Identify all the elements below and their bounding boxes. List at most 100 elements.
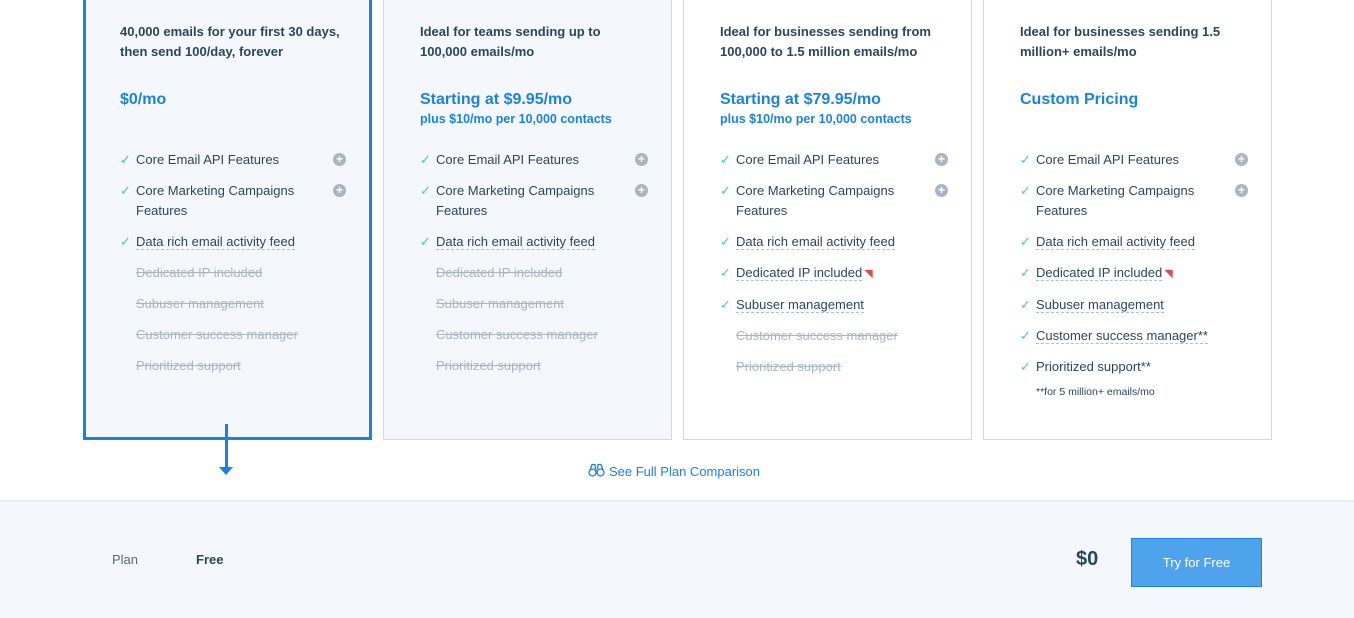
- feature-label: Core Marketing Campaigns Features: [1036, 183, 1195, 218]
- check-icon: ✓: [420, 234, 431, 249]
- feature-item: ✓ Data rich email activity feed: [120, 232, 341, 252]
- plan-price-sub: plus $10/mo per 10,000 contacts: [420, 112, 612, 126]
- plan-card-pro[interactable]: Ideal for businesses sending from 100,00…: [683, 0, 972, 440]
- check-icon: ✓: [420, 183, 431, 198]
- feature-item: Customer success manager: [120, 325, 341, 345]
- check-icon: ✓: [1020, 234, 1031, 249]
- expand-plus-icon[interactable]: +: [635, 184, 648, 197]
- expand-plus-icon[interactable]: +: [333, 184, 346, 197]
- feature-list: ✓ Core Email API Features + ✓ Core Marketing…: [720, 150, 948, 388]
- plan-card-free[interactable]: 40,000 emails for your first 30 days, th…: [83, 0, 372, 440]
- try-for-free-button[interactable]: Try for Free: [1131, 538, 1262, 587]
- plan-description: 40,000 emails for your first 30 days, th…: [120, 24, 340, 59]
- feature-item: ✓ Core Email API Features +: [720, 150, 948, 170]
- party-popper-icon: ◥: [864, 268, 873, 280]
- plan-footnote: **for 5 million+ emails/mo: [1036, 386, 1155, 398]
- feature-list: ✓ Core Email API Features + ✓ Core Marketing…: [1020, 150, 1248, 388]
- check-icon: ✓: [120, 183, 131, 198]
- binoculars-icon: [588, 463, 606, 482]
- feature-label[interactable]: Dedicated IP included: [1036, 265, 1163, 281]
- feature-label: Prioritized support: [436, 358, 541, 373]
- feature-label: Prioritized support**: [1036, 359, 1151, 374]
- feature-item: ✓ Subuser management: [1020, 295, 1243, 315]
- feature-item: ✓ Customer success manager**: [1020, 326, 1243, 346]
- feature-item: ✓ Prioritized support**: [1020, 357, 1243, 377]
- see-full-plan-comparison-link[interactable]: See Full Plan Comparison: [588, 463, 760, 482]
- plan-card-content: Ideal for businesses sending 1.5 million…: [1020, 22, 1248, 398]
- feature-item: Customer success manager: [720, 326, 943, 346]
- plan-description: Ideal for businesses sending 1.5 million…: [1020, 24, 1221, 59]
- check-icon: ✓: [120, 234, 131, 249]
- feature-label: Prioritized support: [736, 359, 841, 374]
- feature-list: ✓ Core Email API Features + ✓ Core Marketing…: [120, 150, 346, 387]
- plan-price-sub: plus $10/mo per 10,000 contacts: [720, 112, 912, 126]
- feature-label: Customer success manager: [736, 328, 898, 343]
- expand-plus-icon[interactable]: +: [1235, 153, 1248, 166]
- feature-label[interactable]: Dedicated IP included: [736, 265, 863, 281]
- plan-price: $0/mo: [120, 91, 167, 108]
- feature-item: Prioritized support: [120, 356, 341, 376]
- plan-card-content: Ideal for businesses sending from 100,00…: [720, 22, 948, 374]
- compare-link-label: See Full Plan Comparison: [609, 464, 761, 479]
- plan-price: Starting at $9.95/mo: [420, 91, 573, 108]
- plan-description: Ideal for businesses sending from 100,00…: [720, 24, 931, 59]
- feature-label: Core Marketing Campaigns Features: [736, 183, 895, 218]
- plan-price-sub: [1020, 112, 1243, 126]
- feature-list: ✓ Core Email API Features + ✓ Core Marketing…: [420, 150, 648, 387]
- feature-label: Core Marketing Campaigns Features: [136, 183, 295, 218]
- check-icon: ✓: [120, 152, 131, 167]
- check-icon: ✓: [720, 234, 731, 249]
- feature-label[interactable]: Customer success manager**: [1036, 328, 1208, 344]
- feature-label: Prioritized support: [136, 358, 241, 373]
- check-icon: ✓: [1020, 328, 1031, 343]
- check-icon: ✓: [1020, 297, 1031, 312]
- check-icon: ✓: [420, 152, 431, 167]
- plan-price-sub: [120, 112, 341, 126]
- feature-item: Dedicated IP included: [120, 263, 341, 283]
- feature-label: Core Marketing Campaigns Features: [436, 183, 595, 218]
- check-icon: ✓: [1020, 359, 1031, 374]
- feature-label[interactable]: Data rich email activity feed: [136, 234, 295, 250]
- feature-label: Customer success manager: [436, 327, 598, 342]
- check-icon: ✓: [1020, 183, 1031, 198]
- feature-label: Customer success manager: [136, 327, 298, 342]
- feature-item: ✓ Dedicated IP included ◥: [1020, 263, 1243, 284]
- expand-plus-icon[interactable]: +: [333, 153, 346, 166]
- feature-label: Core Email API Features: [436, 152, 580, 167]
- plan-description: Ideal for teams sending up to 100,000 em…: [420, 24, 601, 59]
- feature-item: ✓ Core Email API Features +: [420, 150, 648, 170]
- feature-label: Dedicated IP included: [436, 265, 563, 280]
- plan-card-content: 40,000 emails for your first 30 days, th…: [120, 22, 346, 373]
- plan-label: Plan: [112, 552, 139, 567]
- check-icon: ✓: [720, 183, 731, 198]
- check-icon: ✓: [720, 297, 731, 312]
- plan-price: Custom Pricing: [1020, 91, 1139, 108]
- feature-label[interactable]: Data rich email activity feed: [436, 234, 595, 250]
- feature-label[interactable]: Data rich email activity feed: [736, 234, 895, 250]
- expand-plus-icon[interactable]: +: [1235, 184, 1248, 197]
- expand-plus-icon[interactable]: +: [635, 153, 648, 166]
- feature-item: ✓ Dedicated IP included ◥: [720, 263, 943, 284]
- feature-label[interactable]: Subuser management: [736, 297, 864, 313]
- feature-item: Subuser management: [420, 294, 643, 314]
- plan-card-premier[interactable]: Ideal for businesses sending 1.5 million…: [983, 0, 1272, 440]
- expand-plus-icon[interactable]: +: [935, 153, 948, 166]
- feature-label[interactable]: Data rich email activity feed: [1036, 234, 1195, 250]
- feature-label: Core Email API Features: [736, 152, 880, 167]
- feature-item: Prioritized support: [720, 357, 943, 377]
- feature-item: ✓ Data rich email activity feed: [720, 232, 943, 252]
- feature-label: Core Email API Features: [136, 152, 280, 167]
- plan-card-essentials[interactable]: Ideal for teams sending up to 100,000 em…: [383, 0, 672, 440]
- feature-label: Subuser management: [436, 296, 564, 311]
- party-popper-icon: ◥: [1164, 268, 1173, 280]
- feature-item: ✓ Core Marketing Campaigns Features +: [1020, 181, 1248, 221]
- feature-label[interactable]: Subuser management: [1036, 297, 1164, 313]
- feature-item: ✓ Core Email API Features +: [1020, 150, 1248, 170]
- feature-item: ✓ Core Marketing Campaigns Features +: [420, 181, 648, 221]
- feature-item: ✓ Core Marketing Campaigns Features +: [120, 181, 346, 221]
- check-icon: ✓: [1020, 152, 1031, 167]
- plan-card-content: Ideal for teams sending up to 100,000 em…: [420, 22, 648, 373]
- selected-plan-name: Free: [196, 552, 224, 567]
- expand-plus-icon[interactable]: +: [935, 184, 948, 197]
- plan-summary-bar: Plan Free $0 Try for Free: [0, 500, 1354, 618]
